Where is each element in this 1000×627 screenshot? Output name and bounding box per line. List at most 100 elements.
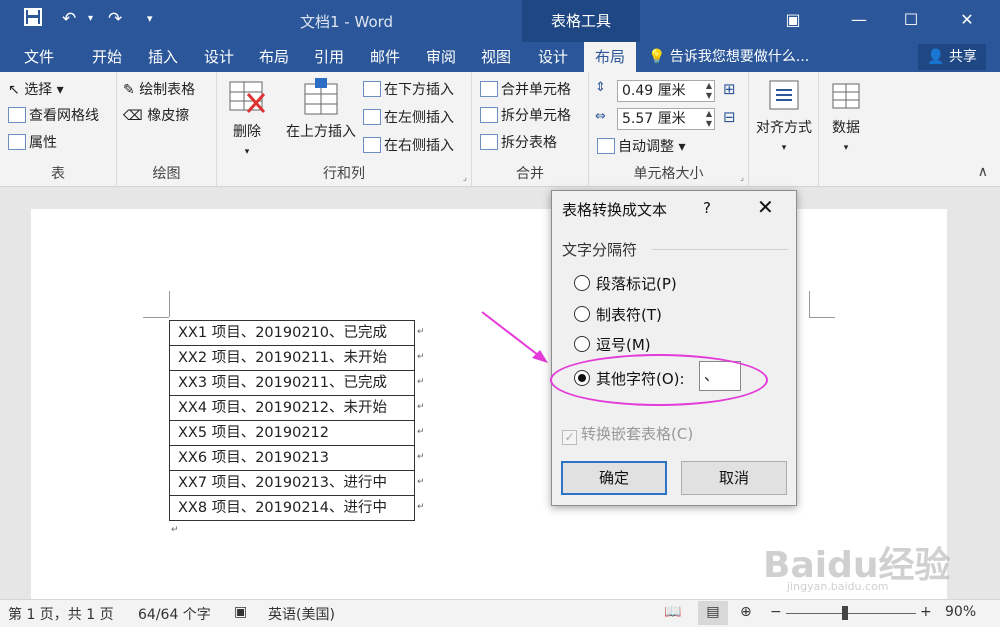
save-icon[interactable]: [24, 8, 42, 32]
alignment-button[interactable]: 对齐方式 ▾: [753, 78, 815, 158]
ok-button[interactable]: 确定: [561, 461, 667, 495]
page-count[interactable]: 第 1 页，共 1 页: [8, 604, 114, 624]
radio-circle[interactable]: [574, 275, 590, 291]
column-width-icon: ⇔: [595, 109, 606, 124]
radio-circle[interactable]: [574, 336, 590, 352]
share-button[interactable]: 👤 共享: [918, 44, 986, 70]
split-cells-button[interactable]: 拆分单元格: [480, 106, 571, 126]
split-table-button[interactable]: 拆分表格: [480, 133, 557, 153]
zoom-slider-track[interactable]: [786, 613, 916, 614]
crop-mark: [143, 317, 169, 318]
cancel-button[interactable]: 取消: [681, 461, 787, 495]
table-cell[interactable]: XX8 项目、20190214、进行中: [169, 495, 415, 521]
tab-insert[interactable]: 插入: [140, 42, 186, 72]
delete-button[interactable]: 删除 ▾: [227, 78, 267, 162]
spinner-arrows-icon[interactable]: ▲ ▼: [706, 109, 712, 129]
tab-home[interactable]: 开始: [82, 42, 132, 72]
zoom-out-button[interactable]: −: [770, 604, 782, 620]
customize-qat-icon[interactable]: ▾: [147, 8, 153, 30]
group-cell-size: ⇕ 0.49 厘米 ▲ ▼ ⊞ ⇔ 5.57 厘米 ▲ ▼ ⊟ 自动调整 ▾ 单元格大小…: [589, 72, 749, 187]
tell-me-text: 告诉我您想要做什么...: [669, 49, 810, 65]
distribute-columns-icon[interactable]: ⊟: [723, 108, 736, 126]
insert-right-button[interactable]: 在右侧插入: [363, 136, 454, 156]
context-title: 表格工具: [522, 0, 640, 42]
view-gridlines-button[interactable]: 查看网格线: [8, 106, 99, 126]
dropdown-arrow-icon: ▾: [781, 143, 787, 153]
word-count[interactable]: 64/64 个字: [138, 604, 211, 624]
tell-me-box[interactable]: 💡 告诉我您想要做什么...: [648, 42, 809, 72]
spinner-arrows-icon[interactable]: ▲ ▼: [706, 81, 712, 101]
grid-icon: [8, 107, 26, 123]
row-end-mark-icon: ↵: [417, 502, 425, 512]
table-cell[interactable]: XX5 项目、20190212: [169, 420, 415, 446]
zoom-level[interactable]: 90%: [945, 604, 976, 620]
select-button[interactable]: ↖ 选择 ▾: [8, 80, 64, 100]
eraser-button[interactable]: ⌫ 橡皮擦: [123, 106, 189, 126]
table-cell[interactable]: XX3 项目、20190211、已完成: [169, 370, 415, 396]
language[interactable]: 英语(美国): [268, 604, 335, 624]
insert-below-button[interactable]: 在下方插入: [363, 80, 454, 100]
group-label: 绘图: [152, 166, 181, 182]
tab-review[interactable]: 审阅: [418, 42, 464, 72]
draw-table-button[interactable]: ✎ 绘制表格: [123, 80, 195, 100]
tab-layout[interactable]: 布局: [251, 42, 297, 72]
radio-paragraph-marks[interactable]: 段落标记(P): [574, 273, 677, 294]
minimize-icon[interactable]: —: [842, 6, 876, 34]
properties-button[interactable]: 属性: [8, 133, 57, 153]
web-layout-icon[interactable]: ⊕: [740, 604, 752, 620]
group-table: ↖ 选择 ▾ 查看网格线 属性 表: [0, 72, 117, 187]
group-rows-cols: 删除 ▾ 在上方插入 在下方插入 在左侧插入 在右侧插入 行和列 ⌟: [217, 72, 472, 187]
title-bar: ↶ ▾ ↷ ▾ 文档1 - Word 表格工具 ▣ — ☐ ✕: [0, 0, 1000, 42]
print-layout-icon[interactable]: ▤: [698, 601, 728, 625]
tab-references[interactable]: 引用: [306, 42, 352, 72]
insert-above-button[interactable]: 在上方插入: [279, 78, 363, 142]
select-label: 选择: [24, 82, 53, 98]
table-cell[interactable]: XX7 项目、20190213、进行中: [169, 470, 415, 496]
close-icon[interactable]: ✕: [950, 6, 984, 34]
dialog-launcher-icon[interactable]: ⌟: [463, 173, 467, 183]
radio-circle[interactable]: [574, 306, 590, 322]
tab-view[interactable]: 视图: [473, 42, 519, 72]
row-height-input[interactable]: 0.49 厘米 ▲ ▼: [617, 80, 715, 102]
group-draw: ✎ 绘制表格 ⌫ 橡皮擦 绘图: [117, 72, 217, 187]
group-label: 表: [51, 166, 65, 182]
dropdown-arrow-icon: ▾: [843, 143, 849, 153]
maximize-icon[interactable]: ☐: [894, 6, 928, 34]
restore-window-icon[interactable]: ▣: [776, 6, 810, 34]
undo-dropdown-icon[interactable]: ▾: [88, 8, 93, 30]
table-cell[interactable]: XX4 项目、20190212、未开始: [169, 395, 415, 421]
tab-file[interactable]: 文件: [14, 42, 64, 72]
table-row: XX7 项目、20190213、进行中: [169, 470, 415, 496]
read-mode-icon[interactable]: 📖: [664, 604, 681, 620]
distribute-rows-icon[interactable]: ⊞: [723, 80, 736, 98]
radio-commas[interactable]: 逗号(M): [574, 334, 651, 355]
dialog-launcher-icon[interactable]: ⌟: [740, 173, 744, 183]
zoom-slider-thumb[interactable]: [842, 606, 848, 620]
insert-left-button[interactable]: 在左侧插入: [363, 108, 454, 128]
table-cell[interactable]: XX6 项目、20190213: [169, 445, 415, 471]
column-width-input[interactable]: 5.57 厘米 ▲ ▼: [617, 108, 715, 130]
autofit-button[interactable]: 自动调整 ▾: [597, 137, 685, 157]
highlight-ellipse: [550, 354, 768, 406]
tab-table-design[interactable]: 设计: [530, 42, 576, 72]
radio-tabs[interactable]: 制表符(T): [574, 304, 662, 325]
table-cell[interactable]: XX1 项目、20190210、已完成: [169, 320, 415, 346]
insert-right-label: 在右侧插入: [384, 138, 454, 154]
data-button[interactable]: 数据 ▾: [823, 78, 869, 158]
table-cell[interactable]: XX2 项目、20190211、未开始: [169, 345, 415, 371]
collapse-ribbon-icon[interactable]: ∧: [978, 164, 988, 180]
table-to-text-dialog: 表格转换成文本 ? ✕ 文字分隔符 段落标记(P) 制表符(T) 逗号(M) 其…: [551, 190, 797, 506]
redo-icon[interactable]: ↷: [108, 8, 122, 30]
close-icon[interactable]: ✕: [757, 195, 774, 219]
tab-design[interactable]: 设计: [196, 42, 242, 72]
document-table[interactable]: XX1 项目、20190210、已完成 XX2 项目、20190211、未开始 …: [169, 320, 415, 521]
help-button[interactable]: ?: [703, 199, 711, 217]
merge-cells-button[interactable]: 合并单元格: [480, 80, 571, 100]
zoom-in-button[interactable]: +: [920, 604, 932, 620]
insert-below-label: 在下方插入: [384, 82, 454, 98]
tab-table-layout[interactable]: 布局: [584, 42, 636, 72]
dialog-title: 表格转换成文本: [562, 201, 668, 219]
undo-icon[interactable]: ↶: [62, 8, 76, 30]
proofing-icon[interactable]: ▣: [234, 604, 247, 620]
tab-mailings[interactable]: 邮件: [362, 42, 408, 72]
